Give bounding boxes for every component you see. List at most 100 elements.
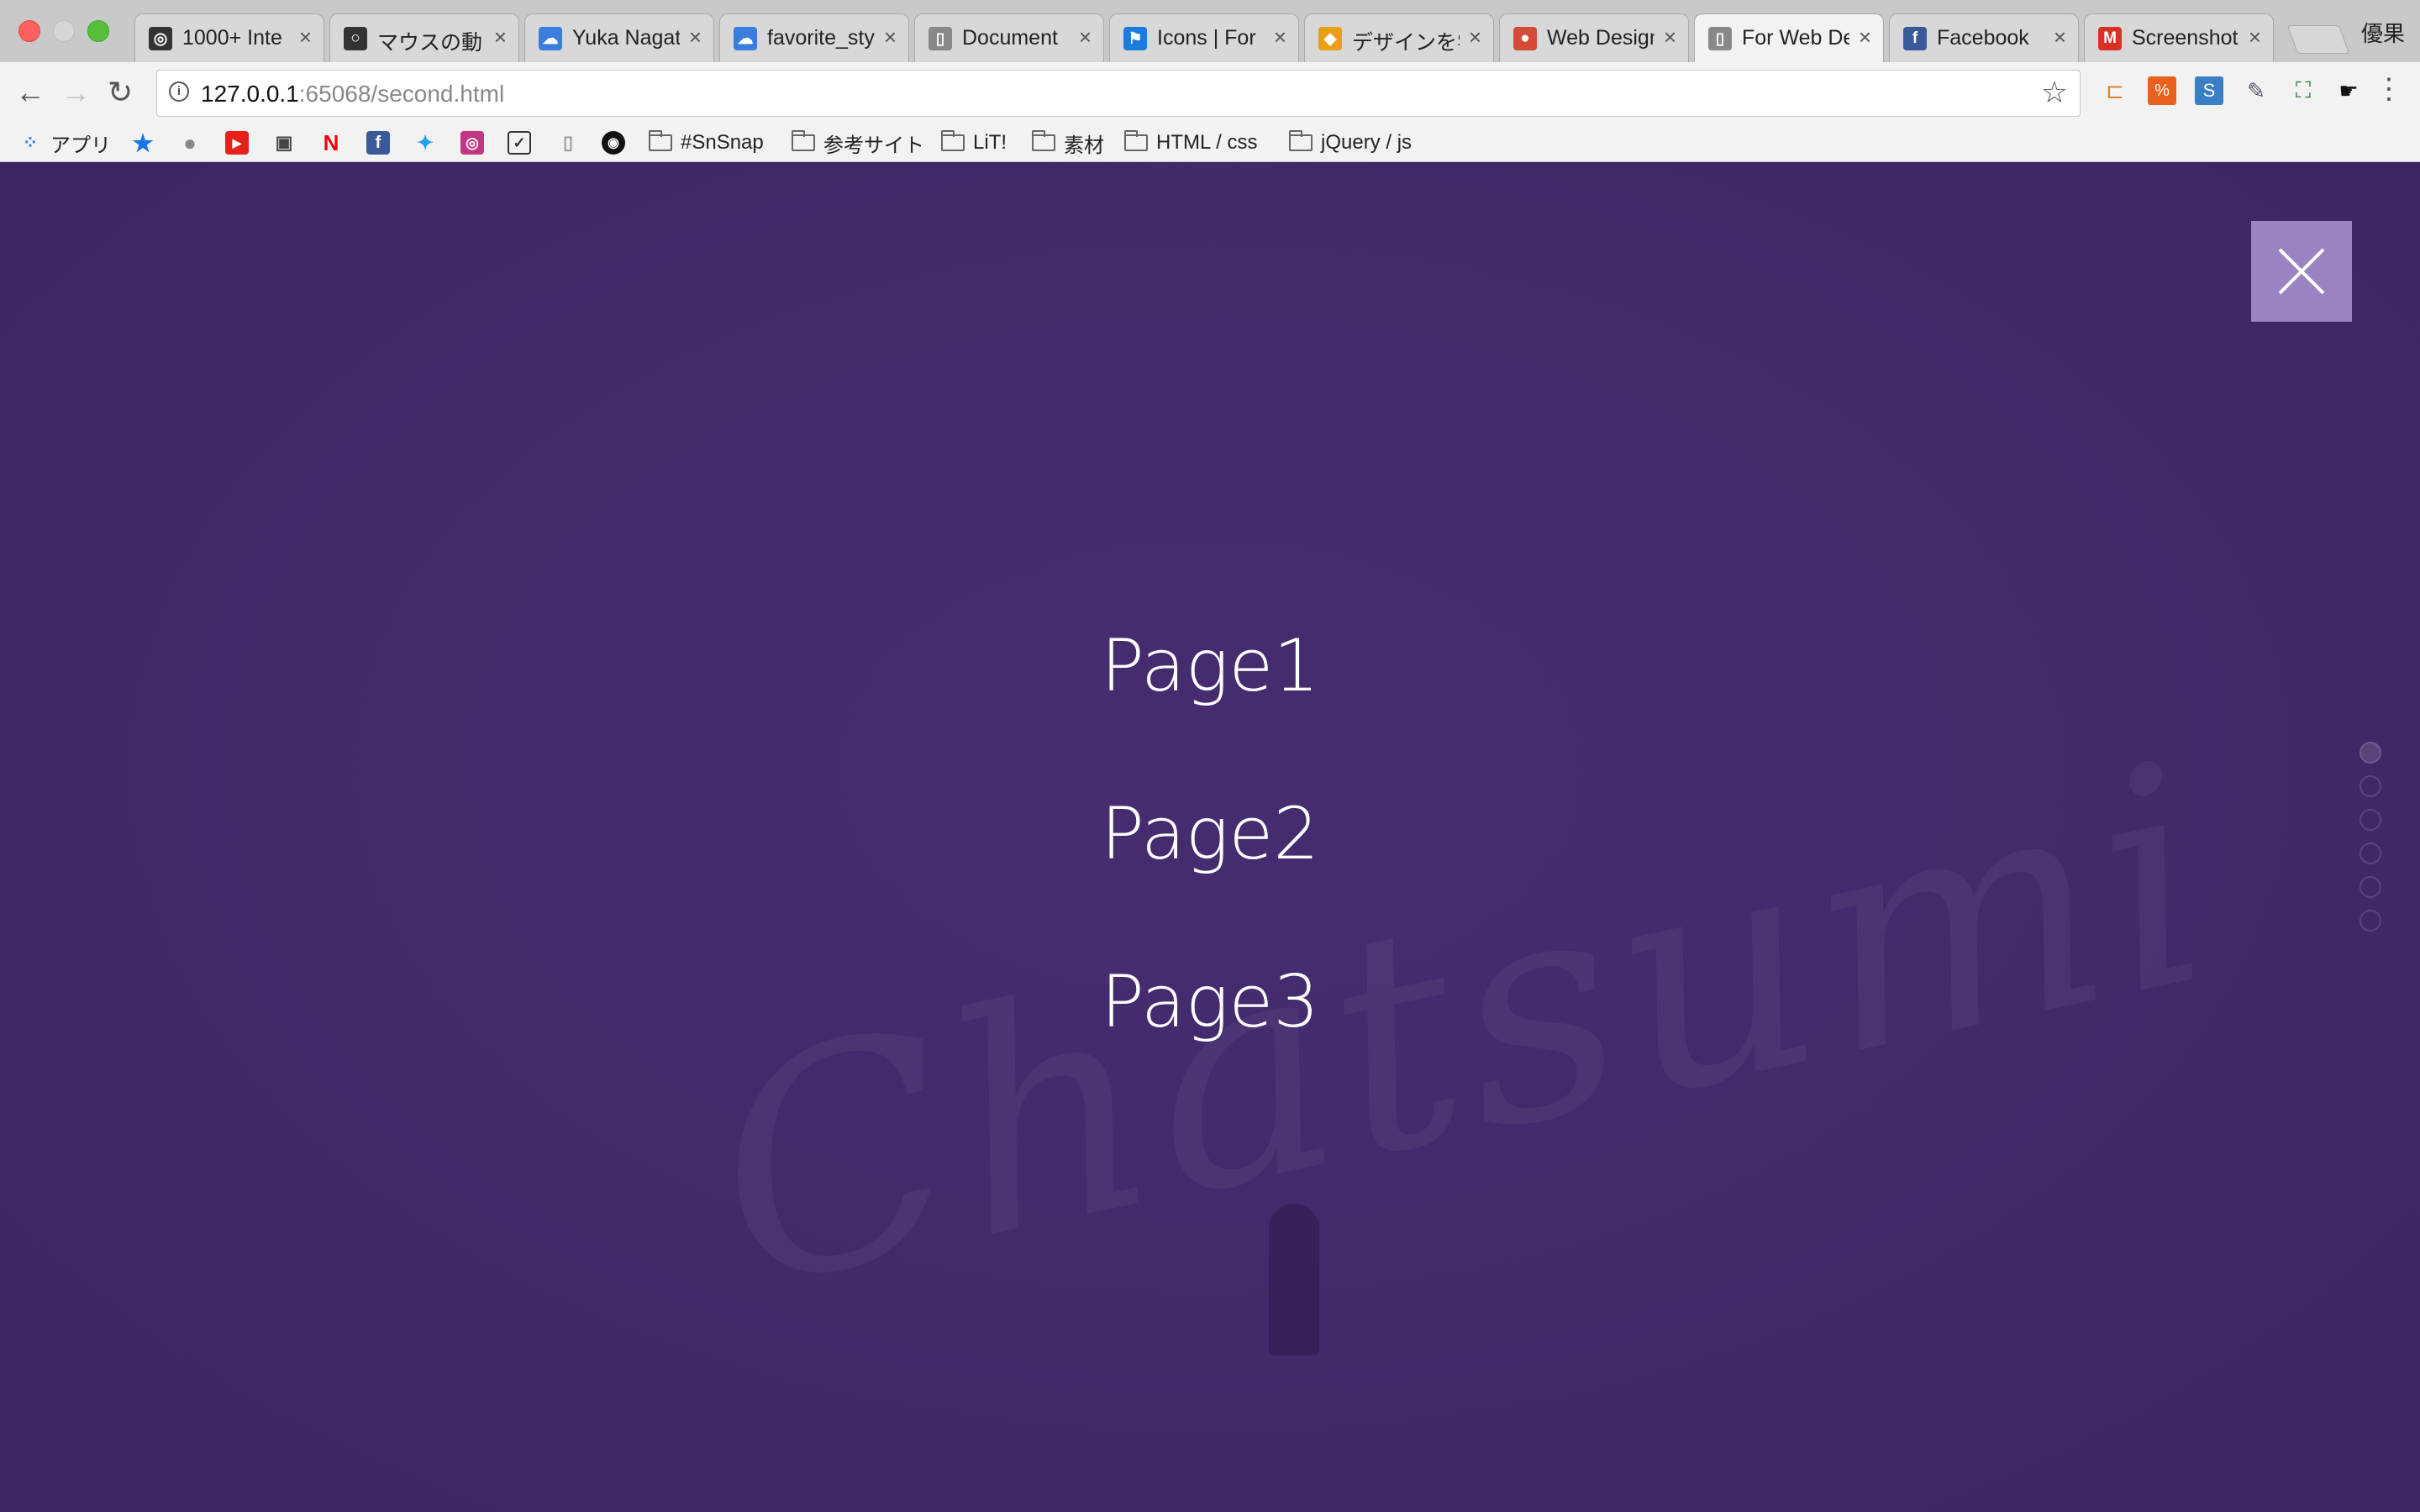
folder-label: #SnSnap	[681, 131, 764, 154]
folder-label: jQuery / js	[1321, 131, 1413, 154]
document-icon: ▯	[929, 27, 952, 50]
tv-icon: ▣	[275, 132, 293, 153]
youtube-icon: ▶	[225, 131, 249, 155]
folder-icon	[1289, 130, 1313, 151]
bookmark-youtube[interactable]: ▶	[225, 124, 249, 161]
document-icon: ▯	[562, 132, 574, 153]
bookmark-netflix[interactable]: N	[319, 124, 343, 161]
bookmark-star[interactable]: ★	[131, 124, 155, 161]
browser-tab[interactable]: ☁ favorite_sty ×	[719, 13, 909, 62]
bookmark-tv[interactable]: ▣	[272, 124, 296, 161]
close-menu-button[interactable]	[2251, 221, 2352, 322]
browser-tab[interactable]: ◎ 1000+ Inte ×	[134, 13, 324, 62]
bookmark-folder[interactable]: 参考サイト	[792, 124, 924, 161]
screen-capture-extension-icon[interactable]: ⛶	[2289, 76, 2317, 105]
stylish-extension-icon[interactable]: S	[2195, 76, 2223, 105]
netflix-icon: N	[323, 129, 339, 155]
tab-close-icon[interactable]: ×	[1469, 24, 1481, 50]
bookmark-apple[interactable]: ●	[178, 124, 202, 161]
menu-dots-icon[interactable]: ⋮	[2375, 72, 2403, 106]
folder-label: 参考サイト	[823, 134, 924, 157]
page-indicator-dot[interactable]	[2360, 910, 2381, 932]
profile-name[interactable]: 優果	[2361, 17, 2405, 48]
bookmark-folder[interactable]: 素材	[1032, 124, 1104, 161]
tab-title: Screenshot	[2132, 26, 2238, 50]
browser-tab[interactable]: ⚑ Icons | For ×	[1109, 13, 1299, 62]
browser-tab[interactable]: ◆ デザインを学 ×	[1304, 13, 1494, 62]
facebook-icon: f	[1903, 27, 1927, 50]
tab-close-icon[interactable]: ×	[884, 24, 897, 50]
tab-close-icon[interactable]: ×	[1274, 24, 1286, 50]
menu-link-page1[interactable]: Page1	[958, 624, 1462, 708]
page-overlay: Chatsumi Page1 Page2 Page3	[0, 162, 2420, 1512]
page-indicator-dot[interactable]	[2360, 809, 2381, 831]
address-bar[interactable]: i 127.0.0.1:65068/second.html ☆	[156, 70, 2081, 117]
browser-tab[interactable]: M Screenshot ×	[2084, 13, 2274, 62]
minimize-window-button[interactable]	[53, 20, 75, 42]
pointer-extension-icon[interactable]: ☛	[2334, 76, 2363, 105]
bookmark-github[interactable]: ◉	[602, 124, 625, 161]
forward-arrow-icon[interactable]: →	[60, 76, 91, 109]
tab-title: Icons | For	[1157, 26, 1256, 50]
bookmark-check[interactable]: ✓	[508, 124, 531, 161]
tab-close-icon[interactable]: ×	[299, 24, 312, 50]
bookmark-twitter[interactable]: ✦	[413, 124, 437, 161]
page-indicator-dot[interactable]	[2360, 775, 2381, 797]
folder-label: HTML / css	[1156, 131, 1258, 154]
bookmark-folder[interactable]: jQuery / js	[1289, 124, 1412, 161]
zoom-window-button[interactable]	[87, 20, 109, 42]
document-icon: ▯	[1708, 27, 1732, 50]
apps-bookmark[interactable]: ⁘ アプリ	[18, 124, 111, 161]
reload-icon[interactable]: ↻	[108, 76, 133, 109]
script-watermark: Chatsumi	[686, 697, 2242, 1357]
bookmark-folder[interactable]: #SnSnap	[649, 124, 764, 161]
tab-close-icon[interactable]: ×	[1079, 24, 1092, 50]
browser-tab[interactable]: ○ マウスの動き ×	[329, 13, 519, 62]
tab-title: Yuka Nagat	[572, 26, 680, 50]
tab-close-icon[interactable]: ×	[494, 24, 507, 50]
bookmark-star-icon[interactable]: ☆	[2041, 75, 2068, 110]
bookmark-document[interactable]: ▯	[556, 124, 580, 161]
cloud-icon: ☁	[539, 27, 562, 50]
close-window-button[interactable]	[18, 20, 40, 42]
url-text[interactable]: 127.0.0.1:65068/second.html	[201, 81, 504, 108]
tab-title: For Web De	[1742, 26, 1849, 50]
new-tab-button[interactable]	[2286, 25, 2350, 54]
page-indicator-dot[interactable]	[2360, 843, 2381, 864]
tab-close-icon[interactable]: ×	[689, 24, 702, 50]
browser-tab[interactable]: ☁ Yuka Nagat ×	[524, 13, 714, 62]
tab-close-icon[interactable]: ×	[1859, 24, 1871, 50]
folder-icon	[792, 130, 815, 151]
colorzilla-extension-icon[interactable]: %	[2148, 76, 2176, 105]
browser-tab[interactable]: ● Web Design ×	[1499, 13, 1689, 62]
menu-link-page2[interactable]: Page2	[958, 792, 1462, 876]
info-icon[interactable]: i	[169, 81, 189, 102]
browser-tab[interactable]: ▯ For Web De ×	[1694, 13, 1884, 62]
bookmark-instagram[interactable]: ◎	[460, 124, 484, 161]
tab-close-icon[interactable]: ×	[2054, 24, 2066, 50]
menu-link-page3[interactable]: Page3	[958, 960, 1462, 1044]
tab-strip: ◎ 1000+ Inte × ○ マウスの動き × ☁ Yuka Nagat × ☁ favorit…	[0, 0, 2420, 63]
tab-title: favorite_sty	[767, 26, 875, 50]
eyedropper-extension-icon[interactable]: ✎	[2242, 76, 2270, 105]
cloud-icon: ☁	[734, 27, 757, 50]
circle-icon: ○	[344, 27, 367, 50]
bookmark-folder[interactable]: LiT!	[941, 124, 1007, 161]
browser-tab[interactable]: f Facebook ×	[1889, 13, 2079, 62]
apps-grid-icon: ⁘	[22, 132, 39, 153]
ruler-extension-icon[interactable]: ⊏	[2101, 76, 2129, 105]
url-host: 127.0.0.1	[201, 81, 299, 107]
flag-icon: ⚑	[1123, 27, 1147, 50]
bookmark-facebook[interactable]: f	[366, 124, 390, 161]
silhouette-figure	[1269, 1204, 1319, 1355]
browser-tab[interactable]: ▯ Document ×	[914, 13, 1104, 62]
instagram-icon: ◎	[149, 27, 172, 50]
tab-close-icon[interactable]: ×	[1664, 24, 1676, 50]
bookmark-folder[interactable]: HTML / css	[1124, 124, 1257, 161]
page-indicator-dot[interactable]	[2360, 876, 2381, 898]
page-indicator-dot[interactable]	[2360, 742, 2381, 764]
apps-label: アプリ	[50, 134, 111, 157]
tab-close-icon[interactable]: ×	[2249, 24, 2261, 50]
back-arrow-icon[interactable]: ←	[15, 76, 45, 109]
folder-icon	[1124, 130, 1148, 151]
